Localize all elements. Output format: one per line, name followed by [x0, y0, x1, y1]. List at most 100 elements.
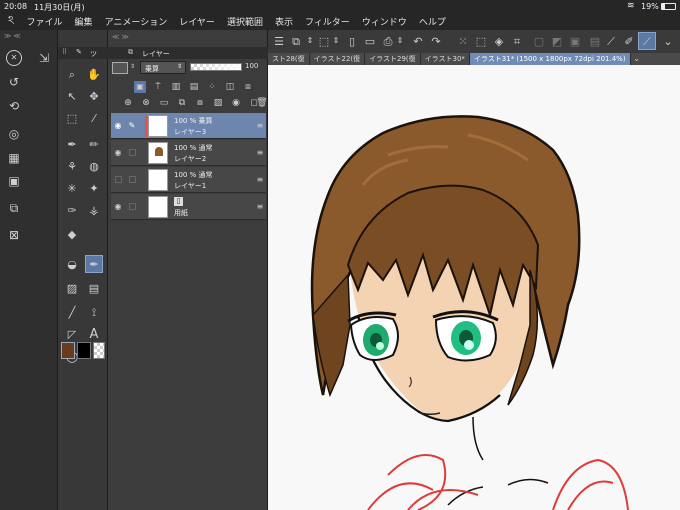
layer-color-icon[interactable]: [112, 62, 128, 74]
layer-row[interactable]: ◉ ▯ 用紙 ≡: [111, 194, 266, 220]
checkbox-icon[interactable]: [115, 176, 122, 183]
ruler-snap-icon[interactable]: ⟋: [604, 34, 618, 48]
blend-mode-select[interactable]: 乗算 ⇕: [140, 61, 186, 74]
new-file-icon[interactable]: ▯: [345, 34, 359, 48]
menu-file[interactable]: ファイル: [21, 15, 69, 28]
undo-icon[interactable]: ↶: [411, 34, 425, 48]
layers-tab-icon[interactable]: ⧉: [128, 48, 133, 57]
app-logo-icon[interactable]: ঽ: [0, 12, 21, 32]
layer-property-icon[interactable]: ▤: [588, 34, 602, 48]
airbrush-icon[interactable]: ✳: [64, 180, 80, 196]
layer-row[interactable]: ◉ 100 % 通常 レイヤー2 ≡: [111, 140, 266, 166]
eye-icon[interactable]: ◉: [113, 202, 123, 212]
merge-down-icon[interactable]: ▨: [212, 97, 224, 109]
fill-icon[interactable]: ◒: [64, 256, 80, 272]
pencil-icon[interactable]: ✏: [86, 136, 102, 152]
transparent-color-swatch[interactable]: [93, 342, 105, 359]
layer-mask-icon[interactable]: ◉: [230, 97, 242, 109]
panel-expand-icon[interactable]: ≪ ≫: [112, 33, 129, 41]
menu-filter[interactable]: フィルター: [299, 15, 356, 28]
redo-icon[interactable]: ↷: [429, 34, 443, 48]
document-tab[interactable]: スト28(復: [268, 53, 310, 65]
transform-selection-icon[interactable]: ▣: [568, 34, 582, 48]
pen-icon[interactable]: ✒: [64, 136, 80, 152]
brush-icon[interactable]: ⚘: [64, 158, 80, 174]
open-folder-icon[interactable]: ▭: [363, 34, 377, 48]
eye-icon[interactable]: ◉: [113, 121, 123, 131]
gradient-icon[interactable]: ▨: [64, 280, 80, 296]
close-file-icon[interactable]: ✕: [6, 50, 22, 66]
stabilizer-icon[interactable]: ✐: [622, 34, 636, 48]
ruler-icon[interactable]: ⟟: [86, 304, 102, 320]
new-vector-layer-icon[interactable]: ⊗: [140, 97, 152, 109]
new-folder-icon[interactable]: ▭: [158, 97, 170, 109]
mask-icon[interactable]: ◫: [224, 81, 236, 93]
reference-layer-icon[interactable]: ⍑: [152, 81, 164, 93]
checkbox-icon[interactable]: [129, 149, 136, 156]
adjust-icon[interactable]: ⟲: [6, 98, 22, 114]
stamp-icon[interactable]: ⚶: [86, 202, 102, 218]
decoration-icon[interactable]: ✦: [86, 180, 102, 196]
chevron-updown-icon[interactable]: ⇕: [130, 63, 135, 70]
close-panel-icon[interactable]: ⊠: [6, 227, 22, 243]
frame-icon[interactable]: ▣: [6, 173, 22, 189]
lock-transparency-icon[interactable]: ▥: [170, 81, 182, 93]
sub-color-swatch[interactable]: [77, 342, 91, 359]
watercolor-icon[interactable]: ◍: [86, 158, 102, 174]
figure-icon[interactable]: ╱: [64, 304, 80, 320]
document-tab[interactable]: イラスト22(復: [310, 53, 366, 65]
menu-window[interactable]: ウィンドウ: [356, 15, 413, 28]
deselect-icon[interactable]: ⁙: [456, 34, 470, 48]
fill-selection-icon[interactable]: ▢: [532, 34, 546, 48]
chevron-updown-icon[interactable]: ⇕: [331, 34, 341, 48]
transfer-layer-icon[interactable]: ⧉: [176, 97, 188, 109]
drag-handle-icon[interactable]: ≡: [255, 202, 265, 212]
grid-icon[interactable]: ▦: [6, 150, 22, 166]
combine-layer-icon[interactable]: ⧇: [194, 97, 206, 109]
checkbox-icon[interactable]: [129, 176, 136, 183]
opacity-slider[interactable]: [190, 63, 242, 71]
menu-layer[interactable]: レイヤー: [173, 15, 221, 28]
main-color-swatch[interactable]: [61, 342, 75, 359]
menu-edit[interactable]: 編集: [69, 15, 99, 28]
document-tab[interactable]: イラスト29(復: [365, 53, 421, 65]
text-icon[interactable]: A: [86, 326, 102, 342]
blend-icon[interactable]: ✑: [64, 202, 80, 218]
undo-history-icon[interactable]: ↺: [6, 74, 22, 90]
eye-icon[interactable]: ◉: [113, 148, 123, 158]
eraser-icon[interactable]: ◆: [64, 226, 80, 242]
edit-canvas-icon[interactable]: ⧉: [289, 34, 303, 48]
chevron-updown-icon[interactable]: ⇕: [395, 34, 405, 48]
save-icon[interactable]: ⎙: [381, 34, 395, 48]
new-raster-layer-icon[interactable]: ⊕: [122, 97, 134, 109]
clear-selection-icon[interactable]: ◩: [550, 34, 564, 48]
chevron-down-icon[interactable]: ⌄: [631, 53, 643, 65]
bucket-icon[interactable]: ◈: [492, 34, 506, 48]
operation-icon[interactable]: ◸: [64, 326, 80, 342]
menu-animation[interactable]: アニメーション: [99, 15, 174, 28]
opacity-value[interactable]: 100: [245, 62, 258, 70]
menu-help[interactable]: ヘルプ: [413, 15, 452, 28]
object-icon[interactable]: ↖: [64, 88, 80, 104]
delete-layer-icon[interactable]: 🗑: [256, 97, 268, 109]
fill-pen-icon[interactable]: ✒: [85, 255, 103, 273]
checkbox-icon[interactable]: [129, 203, 136, 210]
menu-view[interactable]: 表示: [269, 15, 299, 28]
crop-icon[interactable]: ⌗: [510, 34, 524, 48]
layer-row[interactable]: ◉ ✎ 100 % 乗算 レイヤー3 ≡: [111, 113, 266, 139]
lock-layer-icon[interactable]: ▤: [188, 81, 200, 93]
chevron-down-icon[interactable]: ⌄: [661, 34, 675, 48]
brush-tab-icon[interactable]: ✎: [76, 48, 82, 56]
drag-handle-icon[interactable]: ≡: [255, 175, 265, 185]
pen-edit-icon[interactable]: ✎: [127, 121, 137, 131]
eyedropper-icon[interactable]: ⁄: [86, 110, 102, 126]
draft-layer-icon[interactable]: ⁘: [206, 81, 218, 93]
layer-row[interactable]: 100 % 通常 レイヤー1 ≡: [111, 167, 266, 193]
snap-special-ruler-icon[interactable]: ⟋: [638, 32, 656, 50]
clip-layer-icon[interactable]: ▣: [134, 81, 146, 93]
menu-selection[interactable]: 選択範囲: [221, 15, 269, 28]
transform-icon[interactable]: ⇲: [36, 50, 52, 66]
layers-stack-icon[interactable]: ⧉: [6, 200, 22, 216]
chevron-updown-icon[interactable]: ⇕: [305, 34, 315, 48]
zoom-icon[interactable]: ⌕: [64, 66, 80, 82]
